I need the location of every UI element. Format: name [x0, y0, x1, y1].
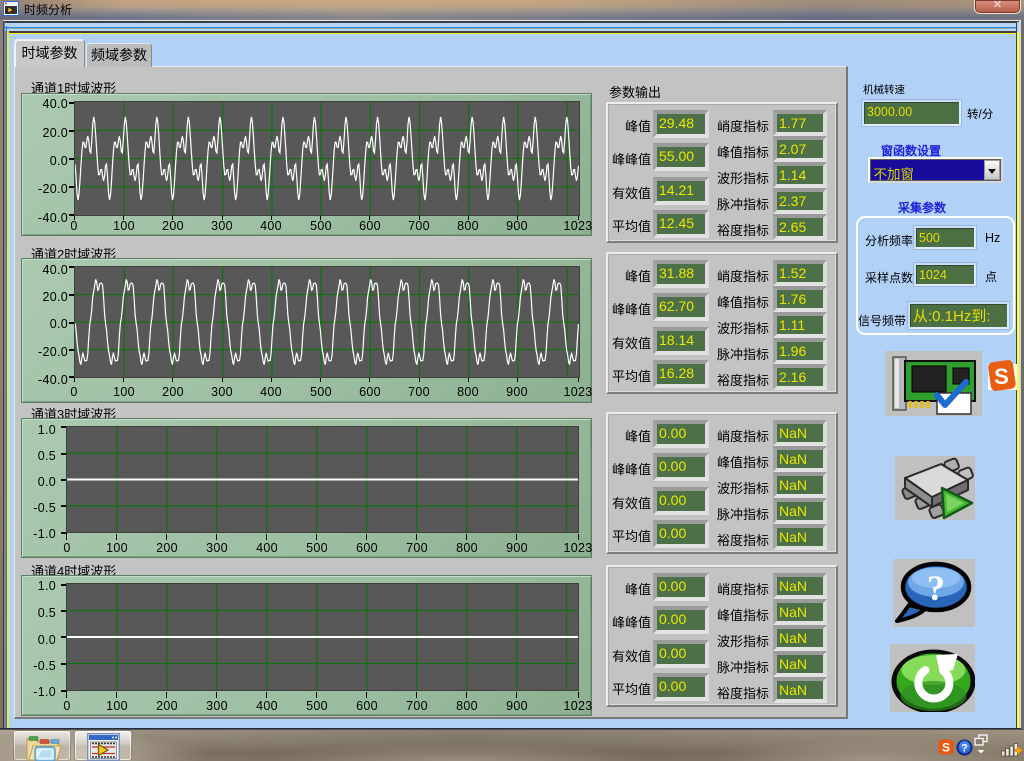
svg-text:S: S	[994, 364, 1009, 389]
svg-text:?: ?	[927, 568, 945, 608]
svg-text:?: ?	[961, 743, 968, 755]
svg-text:S: S	[942, 741, 950, 755]
